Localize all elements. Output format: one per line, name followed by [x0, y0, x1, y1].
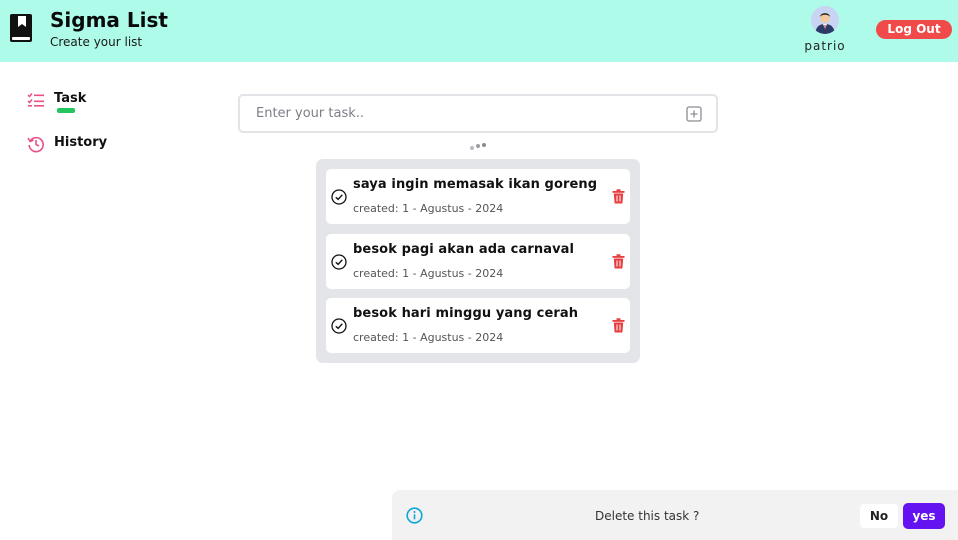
history-icon [27, 136, 44, 153]
task-created-date: created: 1 - Agustus - 2024 [353, 202, 504, 215]
delete-confirm-toast: Delete this task ? No yes [392, 490, 958, 540]
app-title: Sigma List [50, 8, 168, 32]
trash-icon[interactable] [612, 254, 625, 269]
task-title: besok pagi akan ada carnaval [353, 242, 575, 257]
task-title: saya ingin memasak ikan goreng [353, 177, 598, 192]
user-avatar-icon [811, 6, 839, 34]
task-input[interactable] [240, 96, 680, 131]
trash-icon[interactable] [612, 318, 625, 333]
task-created-date: created: 1 - Agustus - 2024 [353, 267, 504, 280]
task-input-container [238, 94, 718, 133]
sidebar-item-label: Task [54, 91, 87, 106]
task-card[interactable]: saya ingin memasak ikan goreng created: … [326, 169, 630, 224]
task-title: besok hari minggu yang cerah [353, 306, 579, 321]
sidebar-item-history[interactable]: History [27, 133, 117, 155]
check-circle-icon[interactable] [331, 318, 347, 334]
task-list: saya ingin memasak ikan goreng created: … [316, 159, 640, 363]
sidebar-item-task[interactable]: Task [27, 89, 107, 115]
check-circle-icon[interactable] [331, 189, 347, 205]
task-card[interactable]: besok hari minggu yang cerah created: 1 … [326, 298, 630, 353]
task-card[interactable]: besok pagi akan ada carnaval created: 1 … [326, 234, 630, 289]
app-header: Sigma List Create your list patrio Log O… [0, 0, 958, 62]
loading-spinner-icon [470, 143, 486, 150]
check-circle-icon[interactable] [331, 254, 347, 270]
yes-button[interactable]: yes [903, 503, 945, 529]
logout-button[interactable]: Log Out [876, 20, 952, 39]
no-button[interactable]: No [860, 504, 898, 528]
book-bookmark-icon [10, 14, 32, 42]
app-subtitle: Create your list [50, 35, 143, 49]
trash-icon[interactable] [612, 189, 625, 204]
task-created-date: created: 1 - Agustus - 2024 [353, 331, 504, 344]
task-list-icon [27, 93, 44, 107]
confirm-message: Delete this task ? [595, 509, 700, 523]
active-indicator [57, 108, 75, 113]
username: patrio [804, 39, 846, 53]
plus-square-icon[interactable] [686, 106, 702, 122]
info-icon [406, 507, 423, 524]
sidebar-item-label: History [54, 135, 108, 150]
avatar[interactable] [811, 6, 839, 34]
